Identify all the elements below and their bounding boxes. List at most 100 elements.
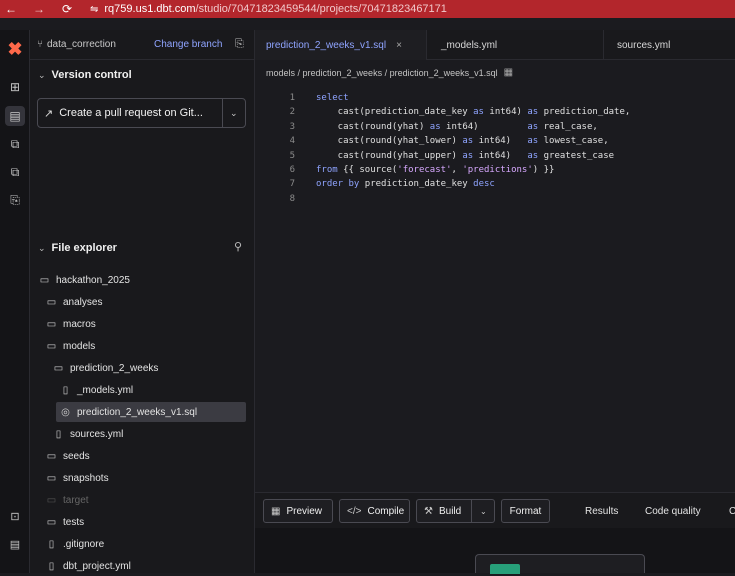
change-branch-link[interactable]: Change branch	[154, 39, 222, 50]
format-button[interactable]: Format	[501, 499, 550, 523]
code-token: int64)	[473, 136, 528, 147]
overflow-tab[interactable]: C	[729, 499, 735, 523]
code-token: ,	[451, 165, 463, 175]
folder-snapshots[interactable]: ▭ snapshots	[46, 468, 109, 488]
copy-icon[interactable]: ⎘	[235, 38, 244, 51]
code-line[interactable]: 7 order by prediction_date_key desc	[255, 177, 735, 191]
chevron-down-icon: ⌄	[38, 69, 46, 80]
file-icon: ▯	[55, 428, 62, 440]
url-field[interactable]: rq759.us1.dbt.com/studio/70471823459544/…	[104, 3, 447, 15]
documents-icon[interactable]: ⎘	[5, 190, 25, 210]
code-editor[interactable]: 1 select 2 cast(prediction_date_key as int…	[255, 88, 735, 488]
site-settings-icon[interactable]: ⇋	[90, 4, 98, 15]
search-icon[interactable]: ⚲	[234, 240, 242, 253]
tree-item-label: prediction_2_weeks	[70, 362, 159, 374]
build-label: Build	[438, 505, 462, 517]
dbt-logo-icon[interactable]: ✖	[4, 38, 26, 60]
file-dbt-project-yml[interactable]: ▯ dbt_project.yml	[46, 556, 131, 576]
code-token: desc	[473, 179, 495, 190]
folder-icon: ▭	[39, 274, 50, 286]
version-control-header[interactable]: ⌄ Version control	[38, 69, 132, 81]
tab-sources-yml[interactable]: sources.yml	[604, 30, 735, 60]
chevron-down-icon[interactable]: ⌄	[230, 108, 238, 119]
file-models-yml[interactable]: ▯ _models.yml	[60, 380, 133, 400]
branch-name: data_correction	[47, 39, 116, 50]
code-token: int64)	[483, 107, 528, 118]
table-icon[interactable]: ▦	[504, 67, 513, 78]
folder-open-icon: ▭	[53, 362, 64, 374]
folder-prediction-2-weeks[interactable]: ▭ prediction_2_weeks	[53, 358, 159, 378]
folder-macros[interactable]: ▭ macros	[46, 314, 96, 334]
preview-button[interactable]: ▦ Preview	[263, 499, 333, 523]
create-pull-request-button[interactable]: ↗ Create a pull request on Git... ⌄	[37, 98, 246, 128]
tab-prediction-2-weeks-v1-sql[interactable]: prediction_2_weeks_v1.sql ×	[255, 30, 427, 60]
catalog-icon[interactable]: ⧉	[5, 134, 25, 154]
code-line[interactable]: 3 cast(round(yhat) as int64) as real_cas…	[255, 120, 735, 134]
tree-item-label: dbt_project.yml	[63, 560, 131, 572]
file-sources-yml[interactable]: ▯ sources.yml	[53, 424, 124, 444]
line-number: 6	[289, 165, 295, 175]
dashboard-icon[interactable]: ⊞	[5, 77, 25, 97]
code-text: cast(round(yhat) as int64) as real_case,	[316, 122, 598, 132]
code-line[interactable]: 6 from {{ source('forecast', 'predictions…	[255, 163, 735, 177]
code-token: cast(round(yhat)	[316, 121, 430, 132]
code-icon: </>	[347, 505, 362, 517]
clipboard-icon[interactable]: ▤	[5, 534, 25, 554]
code-token: from	[316, 165, 338, 175]
back-icon[interactable]: ←	[4, 2, 18, 16]
pull-request-label: Create a pull request on Git...	[59, 107, 203, 119]
file-explorer-header[interactable]: ⌄ File explorer	[38, 242, 117, 254]
code-token: as	[527, 107, 539, 118]
code-token: greatest_case	[538, 150, 615, 161]
code-token: ) }}	[532, 165, 555, 175]
folder-models[interactable]: ▭ models	[46, 336, 95, 356]
folder-seeds[interactable]: ▭ seeds	[46, 446, 90, 466]
browser-address-bar: ← → ⟳ ⇋ rq759.us1.dbt.com/studio/7047182…	[0, 0, 735, 18]
file-gitignore[interactable]: ▯ .gitignore	[46, 534, 104, 554]
forward-icon[interactable]: →	[32, 2, 46, 16]
table-icon: ▦	[271, 505, 281, 517]
tree-item-label: prediction_2_weeks_v1.sql	[77, 406, 198, 418]
code-text: cast(round(yhat_lower) as int64) as lowe…	[316, 136, 609, 146]
line-number: 7	[289, 179, 295, 190]
tree-item-label: seeds	[63, 450, 90, 462]
folder-target[interactable]: ▭ target	[46, 490, 89, 510]
code-token: as	[473, 107, 484, 118]
compile-button[interactable]: </> Compile	[339, 499, 410, 523]
preview-label: Preview	[286, 505, 323, 517]
code-token: real_case,	[538, 121, 598, 132]
code-text: select	[316, 93, 349, 103]
file-prediction-2-weeks-v1-sql[interactable]: ◎ prediction_2_weeks_v1.sql	[56, 402, 246, 422]
format-label: Format	[509, 505, 542, 517]
copy-layers-icon[interactable]: ⧉	[5, 162, 25, 182]
chevron-down-icon[interactable]: ⌄	[480, 507, 487, 516]
code-token: {{ source(	[337, 165, 398, 175]
folder-analyses[interactable]: ▭ analyses	[46, 292, 103, 312]
file-explorer-title: File explorer	[51, 242, 117, 254]
external-link-icon: ↗	[44, 107, 54, 120]
code-text: from {{ source('forecast', 'predictions'…	[316, 165, 554, 175]
code-quality-tab[interactable]: Code quality	[645, 499, 701, 523]
code-line[interactable]: 5 cast(round(yhat_upper) as int64) as gr…	[255, 149, 735, 163]
breadcrumb: models / prediction_2_weeks / prediction…	[266, 67, 513, 78]
code-token: 'forecast'	[397, 165, 452, 175]
folder-hackathon-2025[interactable]: ▭ hackathon_2025	[39, 270, 130, 290]
studio-icon[interactable]: ▤	[5, 106, 25, 126]
code-line[interactable]: 4 cast(round(yhat_lower) as int64) as lo…	[255, 134, 735, 148]
results-tab[interactable]: Results	[585, 499, 618, 523]
code-token: cast(round(yhat_lower)	[316, 136, 463, 147]
code-token: lowest_case,	[538, 136, 609, 147]
reload-icon[interactable]: ⟳	[60, 2, 74, 16]
build-button[interactable]: ⚒ Build ⌄	[416, 499, 495, 523]
code-line[interactable]: 8	[255, 192, 735, 206]
tree-item-label: tests	[63, 516, 85, 528]
tab-label: prediction_2_weeks_v1.sql	[266, 39, 387, 51]
code-line[interactable]: 1 select	[255, 91, 735, 105]
tab-models-yml[interactable]: _models.yml	[427, 30, 604, 60]
code-line[interactable]: 2 cast(prediction_date_key as int64) as …	[255, 105, 735, 119]
folder-icon: ▭	[46, 472, 57, 484]
folder-tests[interactable]: ▭ tests	[46, 512, 84, 532]
terminal-icon[interactable]: ⊡	[5, 506, 25, 526]
close-icon[interactable]: ×	[396, 40, 402, 51]
code-token: cast(round(yhat_upper)	[316, 150, 463, 161]
